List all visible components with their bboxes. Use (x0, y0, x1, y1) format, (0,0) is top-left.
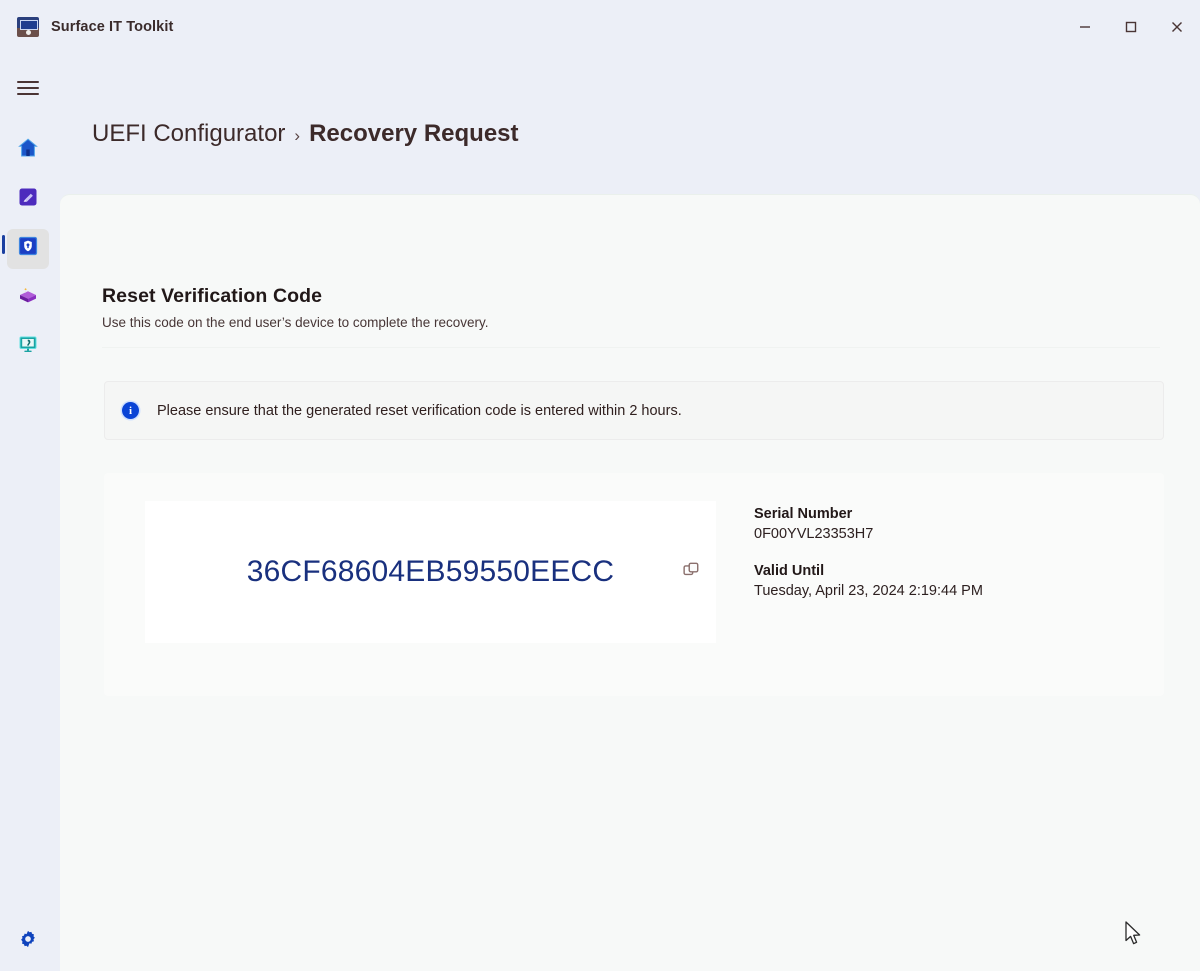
sidebar-item-asset-packager[interactable] (0, 273, 55, 322)
page-subtitle: Use this code on the end user’s device t… (102, 315, 489, 330)
shield-icon (16, 234, 40, 263)
sidebar-item-home[interactable] (0, 126, 55, 175)
surface-toolkit-icon (17, 17, 39, 37)
header-divider (102, 347, 1160, 348)
page-title: Reset Verification Code (102, 285, 323, 307)
breadcrumb-current: Recovery Request (309, 120, 519, 147)
hamburger-icon[interactable] (0, 64, 55, 112)
package-icon (16, 283, 40, 312)
breadcrumb-root[interactable]: UEFI Configurator (92, 120, 285, 148)
minimize-icon[interactable] (1062, 0, 1108, 54)
home-icon (16, 136, 40, 165)
sidebar-item-data-eraser[interactable] (0, 175, 55, 224)
card-header: Reset Verification Code Use this code on… (102, 285, 1160, 330)
app-title: Surface IT Toolkit (51, 19, 174, 35)
serial-number-value: 0F00YVL23353H7 (754, 526, 874, 542)
copy-icon (682, 562, 700, 584)
device-meta: Serial Number 0F00YVL23353H7 Valid Until… (754, 506, 983, 599)
sidebar-item-settings[interactable] (0, 919, 55, 963)
monitor-icon (16, 332, 40, 361)
sidebar (0, 54, 55, 971)
info-icon: i (122, 402, 139, 419)
sidebar-item-diagnostics[interactable] (0, 322, 55, 371)
close-icon[interactable] (1154, 0, 1200, 54)
maximize-icon[interactable] (1108, 0, 1154, 54)
breadcrumb: UEFI Configurator › Recovery Request (92, 120, 519, 148)
valid-until-label: Valid Until (754, 563, 825, 579)
valid-until-value: Tuesday, April 23, 2024 2:19:44 PM (754, 583, 983, 599)
chevron-right-icon: › (294, 126, 301, 145)
content-card: Reset Verification Code Use this code on… (60, 194, 1200, 971)
gear-icon (17, 928, 39, 955)
drive-eraser-icon (16, 185, 40, 214)
window-controls (1062, 0, 1200, 54)
copy-code-button[interactable] (678, 560, 704, 586)
code-panel: 36CF68604EB59550EECC Serial Number 0F00Y… (104, 473, 1164, 696)
sidebar-item-uefi-configurator[interactable] (0, 224, 55, 273)
verification-code[interactable]: 36CF68604EB59550EECC (247, 555, 615, 589)
verification-code-box: 36CF68604EB59550EECC (145, 501, 716, 643)
main-content: UEFI Configurator › Recovery Request Res… (55, 54, 1200, 971)
info-banner: i Please ensure that the generated reset… (104, 381, 1164, 440)
serial-number-label: Serial Number (754, 506, 853, 522)
info-banner-text: Please ensure that the generated reset v… (157, 402, 682, 419)
title-bar: Surface IT Toolkit (0, 0, 1200, 54)
